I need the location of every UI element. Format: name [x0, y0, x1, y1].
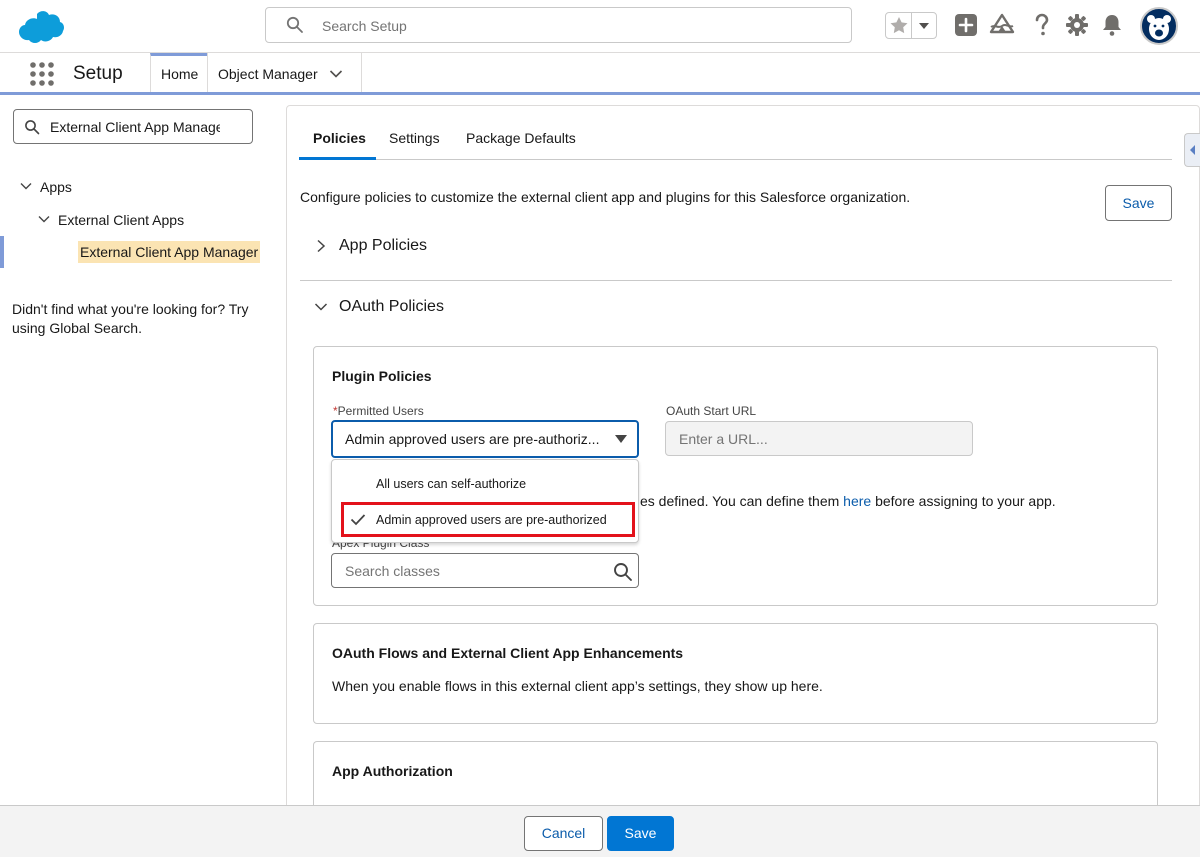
- oauth-start-url-input[interactable]: Enter a URL...: [665, 421, 973, 456]
- apex-class-search-input[interactable]: Search classes: [331, 553, 639, 588]
- search-placeholder: Search Setup: [322, 18, 407, 34]
- nav-tab-home-label: Home: [161, 66, 199, 82]
- permitted-users-label: *Permitted Users: [333, 404, 424, 418]
- dropdown-arrow-icon: [615, 435, 627, 443]
- help-text-suffix: before assigning to your app.: [875, 493, 1056, 509]
- apex-class-placeholder: Search classes: [345, 563, 440, 579]
- chevron-down-icon[interactable]: [38, 215, 50, 224]
- section-app-policies-label: App Policies: [339, 237, 428, 254]
- collapse-panel-handle[interactable]: [1184, 133, 1200, 167]
- tab-package-defaults-label: Package Defaults: [466, 130, 576, 146]
- tab-package-defaults[interactable]: Package Defaults: [452, 122, 590, 160]
- tab-policies[interactable]: Policies: [299, 122, 376, 160]
- permitted-users-value: Admin approved users are pre-authoriz...: [345, 431, 600, 447]
- user-avatar[interactable]: [1140, 7, 1178, 45]
- section-divider: [300, 280, 1172, 281]
- save-button-label: Save: [624, 825, 657, 841]
- permitted-users-label-text: Permitted Users: [337, 404, 424, 418]
- tree-item-apps[interactable]: Apps: [20, 175, 72, 199]
- nav-tab-object-manager[interactable]: Object Manager: [207, 53, 362, 92]
- card-title: OAuth Flows and External Client App Enha…: [332, 645, 684, 661]
- tree-item-label: Apps: [40, 179, 72, 195]
- help-icon[interactable]: [1029, 12, 1055, 38]
- tab-settings[interactable]: Settings: [375, 122, 454, 160]
- policies-tab-bar: Policies Settings Package Defaults: [299, 122, 1172, 160]
- context-navigation-bar: Setup Home Object Manager: [0, 53, 1200, 95]
- card-title: App Authorization: [332, 763, 453, 779]
- chevron-right-icon: [317, 239, 326, 253]
- global-header: Search Setup: [0, 0, 1200, 53]
- chevron-left-icon: [1190, 145, 1195, 155]
- chevron-down-icon[interactable]: [20, 182, 32, 191]
- setup-gear-icon[interactable]: [1064, 12, 1090, 38]
- save-button-top[interactable]: Save: [1105, 185, 1172, 221]
- oauth-start-url-label: OAuth Start URL: [666, 404, 757, 418]
- save-button[interactable]: Save: [607, 816, 674, 851]
- card-description: When you enable flows in this external c…: [332, 678, 823, 694]
- help-here-link[interactable]: here: [843, 493, 871, 509]
- tab-policies-label: Policies: [313, 130, 366, 146]
- chevron-down-icon[interactable]: [329, 69, 343, 79]
- permitted-users-combobox[interactable]: Admin approved users are pre-authoriz...: [331, 420, 639, 458]
- app-launcher-waffle-icon[interactable]: [29, 61, 55, 87]
- quick-find-value: External Client App Managе: [50, 119, 220, 135]
- plugin-help-text: es defined. You can define them here bef…: [640, 493, 1056, 509]
- oauth-flows-card: OAuth Flows and External Client App Enha…: [313, 623, 1158, 724]
- page-description: Configure policies to customize the exte…: [300, 189, 911, 205]
- favorites-star-icon[interactable]: [886, 13, 912, 38]
- chevron-down-icon: [314, 303, 328, 311]
- search-icon: [286, 16, 303, 33]
- tree-item-external-client-apps[interactable]: External Client Apps: [38, 208, 185, 232]
- tab-settings-label: Settings: [389, 130, 440, 146]
- help-text-prefix: es defined. You can define them: [640, 493, 840, 509]
- notifications-bell-icon[interactable]: [1099, 12, 1125, 38]
- salesforce-cloud-logo[interactable]: [17, 10, 65, 44]
- global-actions-plus-icon[interactable]: [953, 12, 979, 38]
- cancel-button-label: Cancel: [541, 825, 586, 841]
- tree-item-label: External Client Apps: [58, 212, 185, 228]
- save-button-label: Save: [1122, 195, 1155, 211]
- quick-find-input[interactable]: External Client App Managе: [13, 109, 253, 144]
- section-oauth-policies-label: OAuth Policies: [339, 298, 444, 315]
- option-self-authorize[interactable]: All users can self-authorize: [376, 477, 526, 491]
- global-search-hint: Didn't find what you're looking for? Try…: [12, 301, 249, 336]
- red-highlight-box: [341, 502, 635, 537]
- cancel-button[interactable]: Cancel: [524, 816, 603, 851]
- section-oauth-policies[interactable]: OAuth Policies: [314, 298, 444, 316]
- tree-item-external-client-app-manager[interactable]: External Client App Manager: [0, 236, 272, 268]
- nav-tab-object-manager-label: Object Manager: [218, 66, 318, 82]
- trailhead-icon[interactable]: [989, 12, 1015, 38]
- search-icon: [614, 563, 632, 581]
- option-label: All users can self-authorize: [376, 477, 527, 491]
- app-title: Setup: [73, 63, 123, 84]
- card-title: Plugin Policies: [332, 368, 432, 384]
- tree-item-label: External Client App Manager: [78, 241, 261, 263]
- favorites-dropdown-icon[interactable]: [912, 13, 936, 38]
- search-setup-input[interactable]: Search Setup: [265, 7, 852, 43]
- footer-action-bar: Cancel Save: [0, 805, 1200, 857]
- search-icon: [25, 120, 40, 135]
- section-app-policies[interactable]: App Policies: [317, 237, 428, 255]
- oauth-start-url-placeholder: Enter a URL...: [679, 431, 768, 447]
- nav-tab-home[interactable]: Home: [150, 53, 208, 92]
- favorites-button-group: [885, 12, 937, 39]
